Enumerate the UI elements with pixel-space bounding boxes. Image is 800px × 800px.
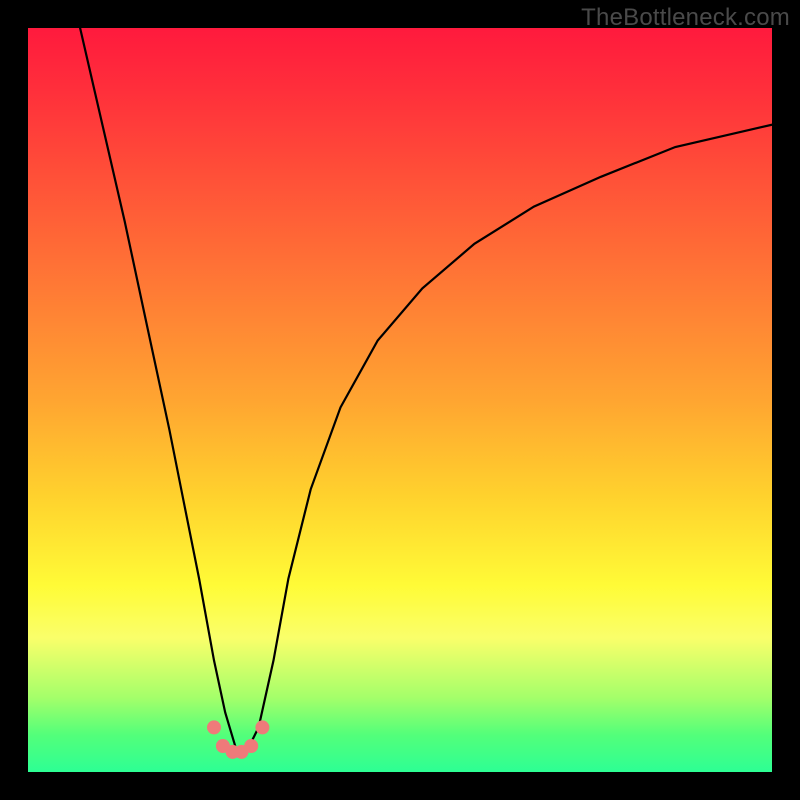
trough-dot: [255, 720, 269, 734]
trough-dots: [207, 720, 269, 759]
trough-dot: [244, 739, 258, 753]
trough-dot: [207, 720, 221, 734]
plot-area: [28, 28, 772, 772]
bottleneck-curve: [80, 28, 772, 750]
watermark-text: TheBottleneck.com: [581, 4, 790, 32]
curve-layer: [28, 28, 772, 772]
chart-frame: TheBottleneck.com: [0, 0, 800, 800]
